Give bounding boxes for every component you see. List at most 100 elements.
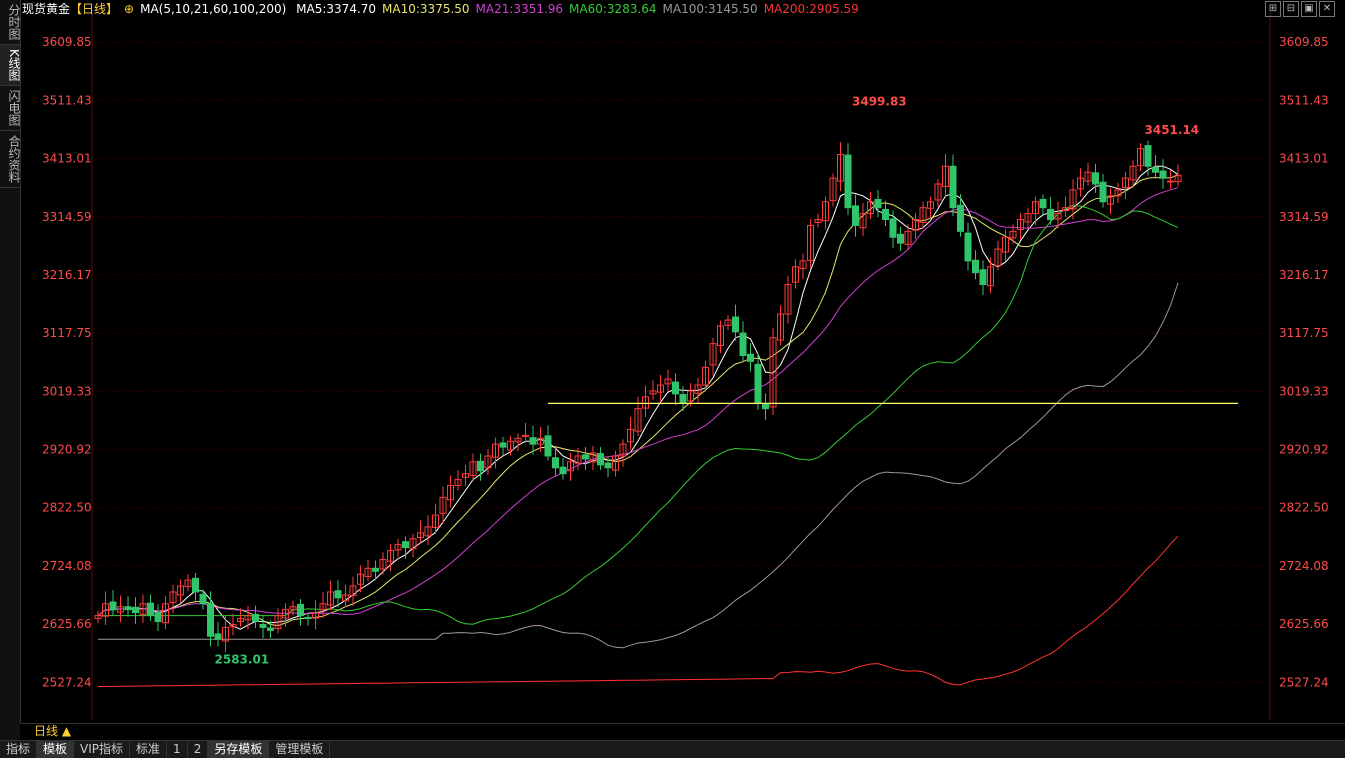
candle[interactable] bbox=[192, 577, 199, 593]
bottom-tab-4[interactable]: 1 bbox=[167, 741, 188, 758]
candle[interactable] bbox=[132, 606, 139, 614]
candle[interactable] bbox=[259, 623, 267, 628]
candle[interactable] bbox=[739, 332, 747, 356]
y-tick-label: 3314.59 bbox=[1279, 210, 1329, 224]
candle[interactable] bbox=[372, 567, 379, 572]
fullscreen-icon[interactable]: ⊞ bbox=[1265, 1, 1281, 17]
split-icon[interactable]: ⊟ bbox=[1283, 1, 1299, 17]
candle[interactable] bbox=[852, 205, 859, 226]
candle[interactable] bbox=[747, 353, 754, 362]
ma-legend-item: MA10:3375.50 bbox=[382, 2, 470, 16]
sidebar-tab-1[interactable]: K线图 bbox=[0, 45, 21, 86]
candle[interactable] bbox=[154, 612, 162, 623]
candle[interactable] bbox=[552, 457, 559, 469]
bottom-tab-1[interactable]: 模板 bbox=[37, 741, 75, 758]
candle[interactable] bbox=[889, 218, 897, 238]
candle[interactable] bbox=[304, 616, 312, 620]
candles[interactable] bbox=[94, 140, 1182, 653]
y-tick-label: 3216.17 bbox=[42, 268, 92, 282]
y-tick-label: 2920.92 bbox=[42, 443, 92, 457]
y-tick-label: 2920.92 bbox=[1279, 443, 1329, 457]
candle[interactable] bbox=[1099, 181, 1107, 203]
bottom-tab-5[interactable]: 2 bbox=[188, 741, 209, 758]
candle[interactable] bbox=[964, 232, 972, 262]
candle[interactable] bbox=[1152, 166, 1159, 173]
candlestick-chart[interactable]: 2527.24 2625.66 2724.08 2822.50 2920.92 3019.… bbox=[0, 0, 1345, 757]
candle[interactable] bbox=[604, 462, 612, 469]
candle[interactable] bbox=[732, 316, 739, 333]
candle[interactable] bbox=[207, 603, 214, 637]
candle[interactable] bbox=[529, 437, 537, 445]
candle[interactable] bbox=[402, 541, 409, 549]
bottom-tab-6[interactable]: 另存模板 bbox=[208, 741, 270, 758]
close-icon[interactable]: ✕ bbox=[1319, 1, 1335, 17]
bottom-tab-2[interactable]: VIP指标 bbox=[74, 741, 131, 758]
target-icon[interactable]: ⊕ bbox=[124, 2, 134, 16]
bottom-tab-7[interactable]: 管理模板 bbox=[269, 741, 331, 758]
candle[interactable] bbox=[979, 269, 987, 286]
candle[interactable] bbox=[1047, 208, 1054, 221]
ma-legend-item: MA21:3351.96 bbox=[475, 2, 564, 16]
period-button[interactable]: 日线 ▲ bbox=[22, 723, 77, 740]
candle[interactable] bbox=[499, 442, 507, 448]
candle[interactable] bbox=[1039, 198, 1047, 209]
y-axis-left: 2527.24 2625.66 2724.08 2822.50 2920.92 3019.… bbox=[42, 35, 92, 689]
y-tick-label: 3609.85 bbox=[42, 35, 92, 49]
candle[interactable] bbox=[957, 204, 964, 232]
y-tick-label: 3314.59 bbox=[42, 210, 92, 224]
candle[interactable] bbox=[334, 590, 342, 599]
ma-legend-item: MA60:3283.64 bbox=[569, 2, 657, 16]
candle[interactable] bbox=[214, 633, 222, 640]
candle[interactable] bbox=[477, 460, 484, 472]
y-tick-label: 3413.01 bbox=[42, 152, 92, 166]
y-tick-label: 2822.50 bbox=[1279, 501, 1329, 515]
y-tick-label: 3511.43 bbox=[1279, 93, 1329, 107]
candle[interactable] bbox=[559, 466, 567, 475]
candle[interactable] bbox=[972, 259, 979, 274]
y-tick-label: 2822.50 bbox=[42, 501, 92, 515]
y-tick-label: 3019.33 bbox=[1279, 384, 1329, 398]
candle[interactable] bbox=[762, 402, 769, 410]
chart-header: 现货黄金【日线】 ⊕ MA(5,10,21,60,100,200) MA5:3374… bbox=[22, 0, 1345, 18]
candle[interactable] bbox=[672, 381, 679, 395]
y-tick-label: 3511.43 bbox=[42, 93, 92, 107]
candle[interactable] bbox=[544, 435, 552, 457]
sidebar-tab-3[interactable]: 合约资料 bbox=[0, 131, 21, 188]
candle[interactable] bbox=[199, 593, 207, 605]
candle[interactable] bbox=[874, 198, 882, 209]
candle[interactable] bbox=[297, 603, 304, 617]
candle[interactable] bbox=[147, 602, 154, 617]
candle[interactable] bbox=[882, 208, 889, 221]
price-annotations: 3499.83 3451.14 2583.01 bbox=[215, 94, 1200, 666]
candle[interactable] bbox=[124, 606, 132, 611]
candle[interactable] bbox=[897, 233, 904, 244]
candle[interactable] bbox=[1092, 172, 1099, 185]
candle[interactable] bbox=[1159, 170, 1167, 179]
candle[interactable] bbox=[949, 165, 957, 209]
extreme-price-label: 3451.14 bbox=[1145, 123, 1200, 137]
ma-params[interactable]: MA(5,10,21,60,100,200) bbox=[140, 2, 286, 16]
bottom-tab-3[interactable]: 标准 bbox=[130, 741, 168, 758]
y-tick-label: 2527.24 bbox=[1279, 675, 1329, 689]
candle[interactable] bbox=[267, 627, 274, 631]
instrument-title: 现货黄金 bbox=[22, 2, 71, 16]
x-axis-bar bbox=[20, 723, 1345, 740]
sidebar-tab-2[interactable]: 闪电图 bbox=[0, 86, 21, 131]
ma-legend-item: MA5:3374.70 bbox=[296, 2, 377, 16]
candle[interactable] bbox=[582, 454, 589, 460]
candle[interactable] bbox=[844, 154, 852, 209]
y-tick-label: 2625.66 bbox=[42, 617, 92, 631]
candle[interactable] bbox=[597, 453, 604, 466]
extreme-price-label: 2583.01 bbox=[215, 652, 270, 666]
bottom-tab-0[interactable]: 指标 bbox=[0, 741, 38, 758]
candle[interactable] bbox=[252, 613, 259, 623]
candle[interactable] bbox=[109, 601, 117, 611]
candle[interactable] bbox=[679, 393, 687, 404]
sidebar-tab-0[interactable]: 分时图 bbox=[0, 0, 21, 45]
candle[interactable] bbox=[1144, 145, 1152, 167]
candle[interactable] bbox=[1167, 180, 1174, 183]
candle[interactable] bbox=[754, 363, 762, 404]
ma100-line bbox=[98, 282, 1179, 649]
y-tick-label: 3216.17 bbox=[1279, 268, 1329, 282]
image-icon[interactable]: ▣ bbox=[1301, 1, 1317, 17]
